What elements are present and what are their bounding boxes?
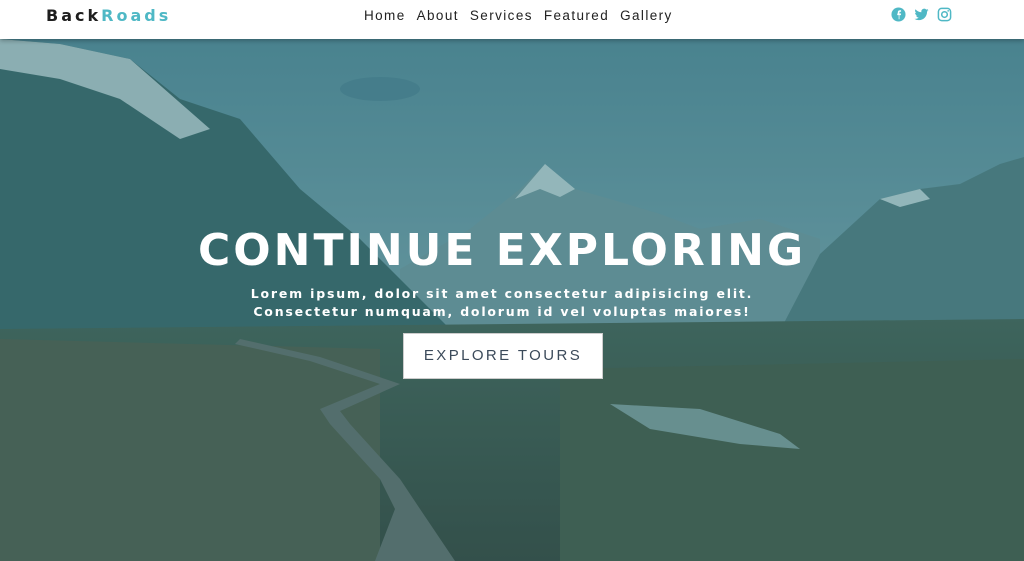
hero-subtitle-line2: Consectetur numquam, dolorum id vel volu… xyxy=(253,304,751,319)
twitter-icon[interactable] xyxy=(914,7,929,22)
hero-section: CONTINUE EXPLORING Lorem ipsum, dolor si… xyxy=(0,39,1024,561)
nav-link-home[interactable]: Home xyxy=(364,8,406,24)
brand-logo-part1: Back xyxy=(46,6,102,25)
facebook-icon[interactable] xyxy=(891,7,906,22)
nav-link-about[interactable]: About xyxy=(417,8,459,24)
brand-logo[interactable]: BackRoads xyxy=(46,6,171,26)
nav-link-services[interactable]: Services xyxy=(470,8,533,24)
nav-link-gallery[interactable]: Gallery xyxy=(620,8,673,24)
hero-subtitle-line1: Lorem ipsum, dolor sit amet consectetur … xyxy=(250,286,754,301)
instagram-icon[interactable] xyxy=(937,7,952,22)
social-links xyxy=(891,7,952,22)
navbar: BackRoads Home About Services Featured G… xyxy=(0,0,1024,39)
hero-title: CONTINUE EXPLORING xyxy=(197,225,807,276)
explore-tours-button[interactable]: EXPLORE TOURS xyxy=(403,333,603,379)
brand-logo-part2: Roads xyxy=(101,6,172,25)
nav-link-featured[interactable]: Featured xyxy=(544,8,609,24)
hero-subtitle: Lorem ipsum, dolor sit amet consectetur … xyxy=(0,285,1004,321)
nav-links: Home About Services Featured Gallery xyxy=(364,8,684,24)
